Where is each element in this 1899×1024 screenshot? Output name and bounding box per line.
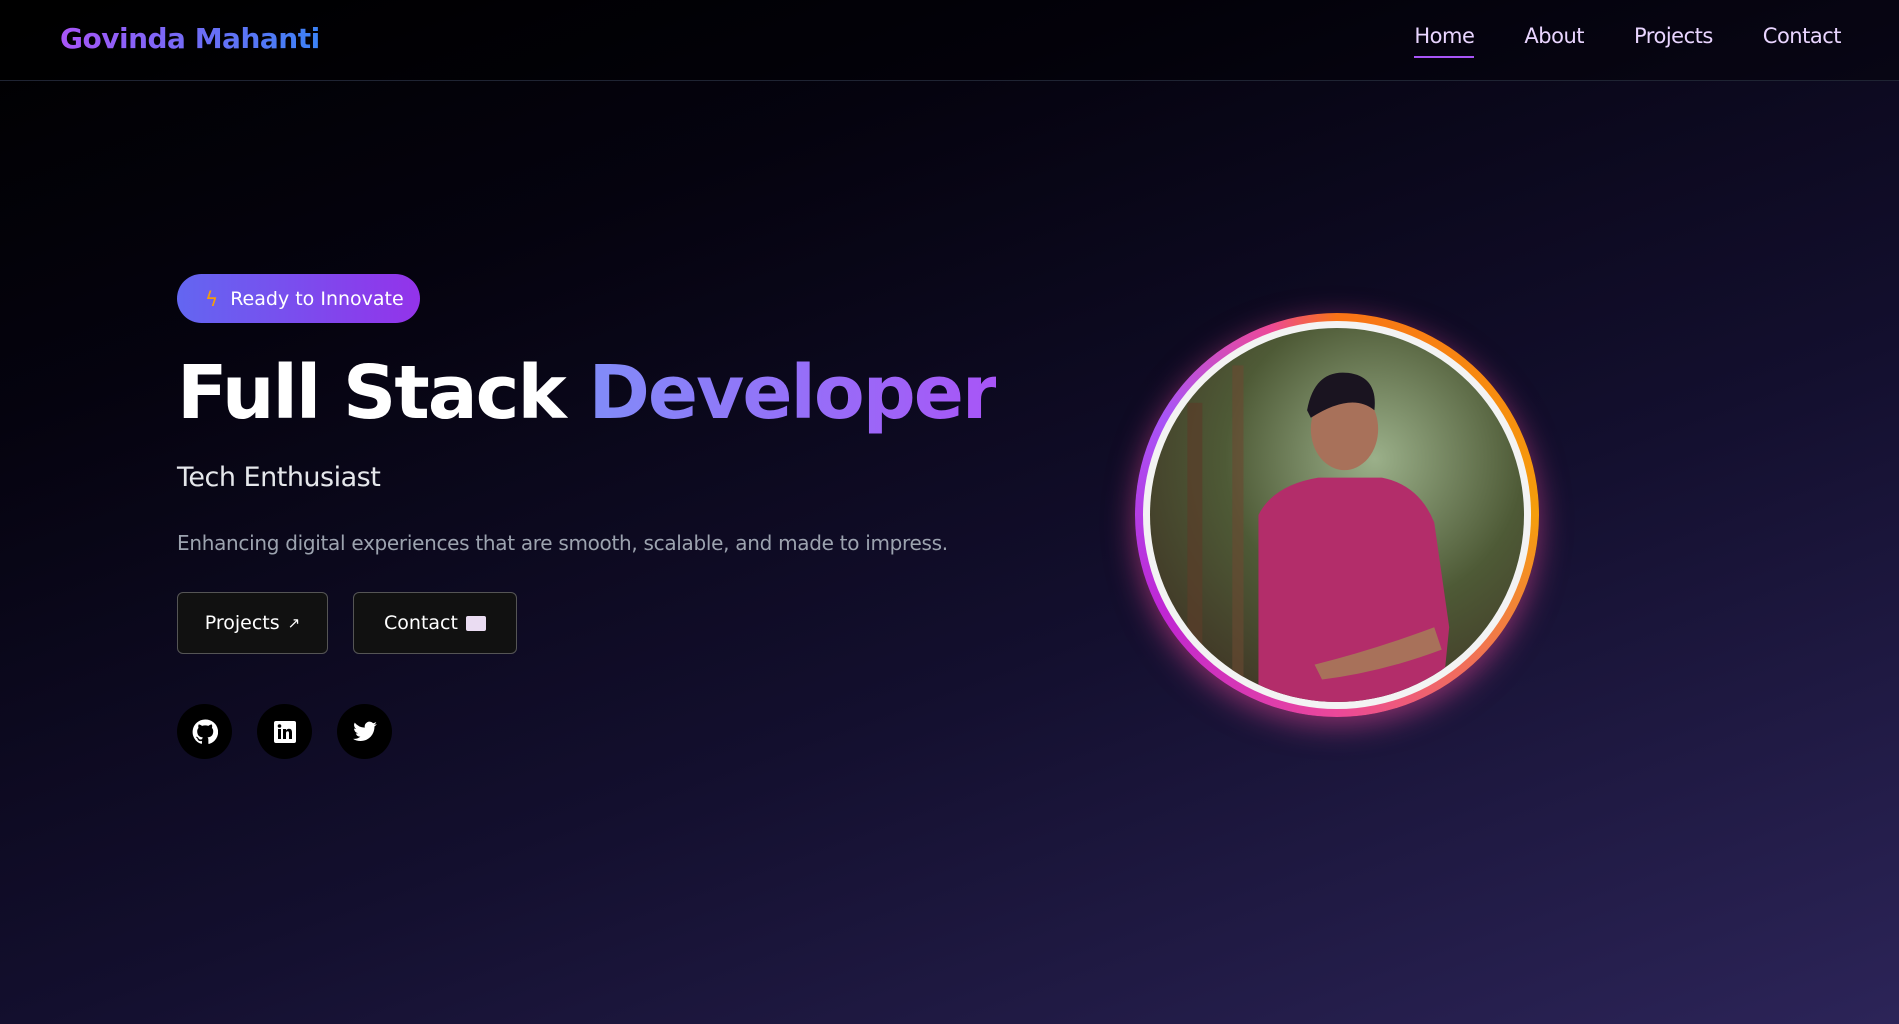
- logo[interactable]: Govinda Mahanti: [60, 22, 320, 55]
- status-badge: ϟ Ready to Innovate: [177, 274, 420, 323]
- lightning-icon: ϟ: [205, 286, 219, 311]
- profile-photo-frame: [1135, 313, 1539, 717]
- nav-links: Home About Projects Contact: [1414, 24, 1842, 58]
- twitter-icon: [352, 721, 377, 741]
- nav-contact[interactable]: Contact: [1763, 24, 1842, 48]
- projects-button[interactable]: Projects ↗: [177, 592, 328, 654]
- navbar: Govinda Mahanti Home About Projects Cont…: [0, 0, 1899, 81]
- projects-label: Projects: [204, 612, 280, 634]
- hero-description: Enhancing digital experiences that are s…: [177, 531, 948, 555]
- contact-button[interactable]: Contact: [353, 592, 517, 654]
- title-plain: Full Stack: [177, 350, 589, 436]
- arrow-icon: ↗: [287, 614, 301, 632]
- linkedin-link[interactable]: [257, 704, 312, 759]
- github-icon: [192, 719, 218, 744]
- profile-photo: [1150, 328, 1524, 702]
- github-link[interactable]: [177, 704, 232, 759]
- linkedin-icon: [273, 720, 296, 743]
- title-accent: Developer: [588, 350, 999, 436]
- contact-label: Contact: [384, 612, 458, 634]
- nav-about[interactable]: About: [1524, 24, 1584, 48]
- badge-label: Ready to Innovate: [230, 287, 404, 310]
- nav-projects[interactable]: Projects: [1634, 24, 1713, 48]
- hero-title: Full Stack Developer: [177, 350, 999, 436]
- nav-home[interactable]: Home: [1414, 24, 1475, 58]
- twitter-link[interactable]: [337, 704, 392, 759]
- envelope-icon: [465, 615, 486, 631]
- hero-subtitle: Tech Enthusiast: [177, 462, 381, 493]
